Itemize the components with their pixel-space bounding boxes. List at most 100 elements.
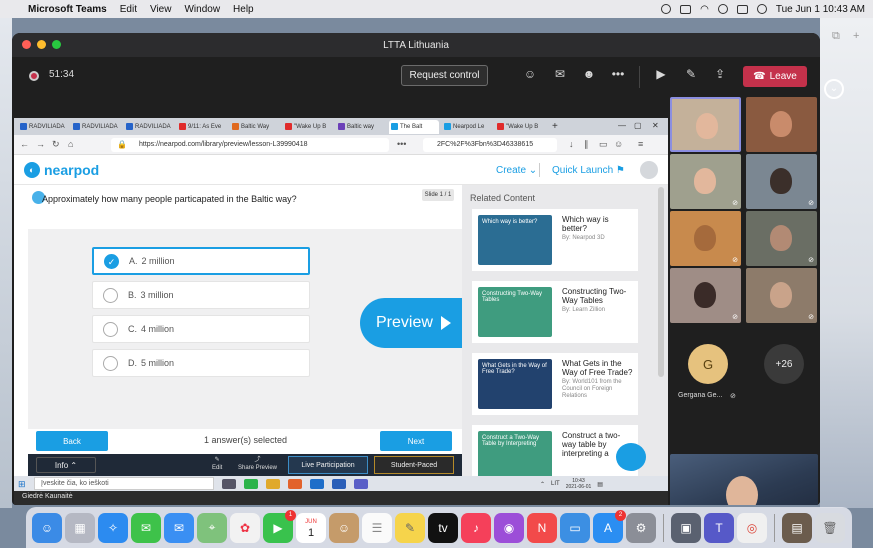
answer-option[interactable]: C. 4 million — [92, 315, 310, 343]
screen-share-status-icon[interactable] — [661, 4, 672, 14]
windows-start-icon[interactable]: ⊞ — [18, 479, 30, 489]
camera-icon[interactable]: ▶ — [652, 67, 670, 81]
notifications-icon[interactable]: ▤ — [597, 481, 603, 488]
windows-search-field[interactable]: Įveskite čia, ko ieškoti — [34, 477, 214, 490]
more-participants-button[interactable]: +26 — [764, 344, 804, 384]
apple-tv-icon[interactable]: tv — [428, 512, 458, 543]
word-icon[interactable] — [332, 478, 346, 489]
tray-overflow-icon[interactable]: ⌃ — [540, 481, 545, 488]
related-card[interactable]: Constructing Two-Way Tables Constructing … — [472, 281, 638, 343]
browser-minimize-icon[interactable]: — — [618, 121, 626, 130]
participant-video[interactable]: ⊘ — [746, 268, 817, 323]
task-view-icon[interactable] — [222, 478, 236, 489]
app-store-icon[interactable]: A2 — [593, 509, 626, 543]
browser-tab[interactable]: Baltic way — [336, 120, 386, 134]
notes-icon[interactable]: ✎ — [395, 512, 425, 543]
browser-close-icon[interactable]: ✕ — [652, 121, 659, 130]
nearpod-logo[interactable]: ◐ nearpod — [24, 162, 99, 178]
browser-tab[interactable]: The Balt — [389, 119, 439, 134]
address-field[interactable]: 🔒 https://nearpod.com/library/preview/le… — [111, 138, 389, 152]
photos-icon[interactable]: ✿ — [230, 512, 260, 543]
participants-icon[interactable]: ☺ — [521, 67, 539, 81]
preview-app-icon[interactable]: ▣ — [671, 512, 701, 543]
back-arrow-icon[interactable]: ← — [20, 139, 29, 149]
back-button[interactable]: Back — [36, 431, 108, 451]
request-control-button[interactable]: Request control — [401, 65, 488, 86]
reminders-icon[interactable]: ☰ — [362, 512, 392, 543]
browser-tab[interactable]: "Wake Up B — [283, 120, 333, 134]
answer-option[interactable]: B. 3 million — [92, 281, 310, 309]
sidebar-icon[interactable]: ▭ — [599, 139, 608, 150]
menu-help[interactable]: Help — [233, 4, 254, 15]
menu-edit[interactable]: Edit — [120, 4, 137, 15]
browser-tab[interactable]: RADVILIADA — [71, 120, 121, 134]
microphone-muted-icon[interactable]: ✎ — [682, 67, 700, 81]
browser-tab[interactable]: "Wake Up B — [495, 120, 545, 134]
menu-app-name[interactable]: Microsoft Teams — [28, 4, 107, 15]
browser-maximize-icon[interactable]: ▢ — [634, 121, 642, 130]
menu-view[interactable]: View — [150, 4, 172, 15]
participant-initial-avatar[interactable]: G — [688, 344, 728, 384]
download-icon[interactable]: ↓ — [569, 139, 574, 149]
browser-tab[interactable]: 9/11: As Eve — [177, 120, 227, 134]
quick-launch-button[interactable]: Quick Launch ⚑ — [552, 165, 625, 176]
answer-option[interactable]: D. 5 million — [92, 349, 310, 377]
browser-tab[interactable]: Nearpod Le — [442, 120, 492, 134]
finder-icon[interactable]: ☺ — [32, 512, 62, 543]
minimize-window-button[interactable] — [37, 40, 46, 49]
participant-video[interactable]: ⊘ — [670, 211, 741, 266]
answer-option[interactable]: ✓ A. 2 million — [92, 247, 310, 275]
participant-video[interactable]: ⊘ — [670, 268, 741, 323]
reactions-icon[interactable]: ☻ — [580, 67, 598, 81]
browser-tab[interactable]: Baltic Way — [230, 120, 280, 134]
chrome-icon[interactable]: ◎ — [737, 512, 767, 543]
related-card[interactable]: What Gets in the Way of Free Trade? What … — [472, 353, 638, 415]
participant-video-large[interactable] — [670, 454, 818, 505]
page-actions-icon[interactable]: ••• — [397, 139, 406, 149]
user-avatar[interactable] — [640, 161, 658, 179]
live-participation-button[interactable]: Live Participation — [288, 456, 368, 474]
file-explorer-icon[interactable] — [266, 478, 280, 489]
search-icon[interactable] — [717, 4, 728, 14]
edit-button[interactable]: ✎ Edit — [212, 456, 222, 472]
reload-icon[interactable]: ↻ — [52, 139, 60, 150]
menu-window[interactable]: Window — [184, 4, 220, 15]
teams-dock-icon[interactable]: T — [704, 512, 734, 543]
maps-icon[interactable]: ⌖ — [197, 512, 227, 543]
browser-tab[interactable]: RADVILIADA — [18, 120, 68, 134]
share-screen-icon[interactable]: ⇪ — [711, 67, 729, 81]
podcasts-icon[interactable]: ◉ — [494, 512, 524, 543]
menubar-clock[interactable]: Tue Jun 1 10:43 AM — [776, 4, 865, 15]
participant-video[interactable]: ⊘ — [746, 154, 817, 209]
preview-banner[interactable]: Preview — [360, 298, 464, 348]
chat-bubble-icon[interactable] — [616, 443, 646, 471]
share-preview-button[interactable]: ⤴ Share Preview — [238, 456, 277, 472]
teams-taskbar-icon[interactable] — [354, 478, 368, 489]
next-button[interactable]: Next — [380, 431, 452, 451]
forward-arrow-icon[interactable]: → — [36, 139, 45, 149]
related-card[interactable]: Which way is better? Which way is better?… — [472, 209, 638, 271]
system-preferences-icon[interactable]: ⚙ — [626, 512, 656, 543]
chat-icon[interactable]: ✉ — [551, 67, 569, 81]
outlook-icon[interactable] — [310, 478, 324, 489]
battery-icon[interactable] — [680, 4, 692, 14]
tray-language[interactable]: LIT — [551, 481, 560, 487]
library-icon[interactable]: ∥ — [584, 139, 589, 150]
related-scrollbar[interactable] — [658, 187, 664, 377]
music-icon[interactable]: ♪ — [461, 512, 491, 543]
trash-icon[interactable]: 🗑 — [815, 512, 845, 543]
siri-icon[interactable] — [756, 4, 767, 14]
student-paced-button[interactable]: Student-Paced — [374, 456, 454, 474]
zoom-window-button[interactable] — [52, 40, 61, 49]
windows-clock[interactable]: 10:43 2021-06-01 — [566, 478, 592, 490]
participant-video[interactable] — [746, 97, 817, 152]
safari-icon[interactable]: ✧ — [98, 512, 128, 543]
browser-search-field[interactable]: 2FC%2F%3Fbn%3D46338615 — [423, 138, 557, 152]
close-window-button[interactable] — [22, 40, 31, 49]
contacts-icon[interactable]: ☺ — [329, 512, 359, 543]
account-icon[interactable]: ☺ — [614, 139, 623, 149]
calendar-icon[interactable]: JUN 1 — [296, 512, 326, 543]
leave-button[interactable]: ☎ Leave — [743, 66, 807, 87]
browser-menu-icon[interactable]: ≡ — [638, 139, 643, 149]
control-center-icon[interactable] — [736, 4, 748, 14]
